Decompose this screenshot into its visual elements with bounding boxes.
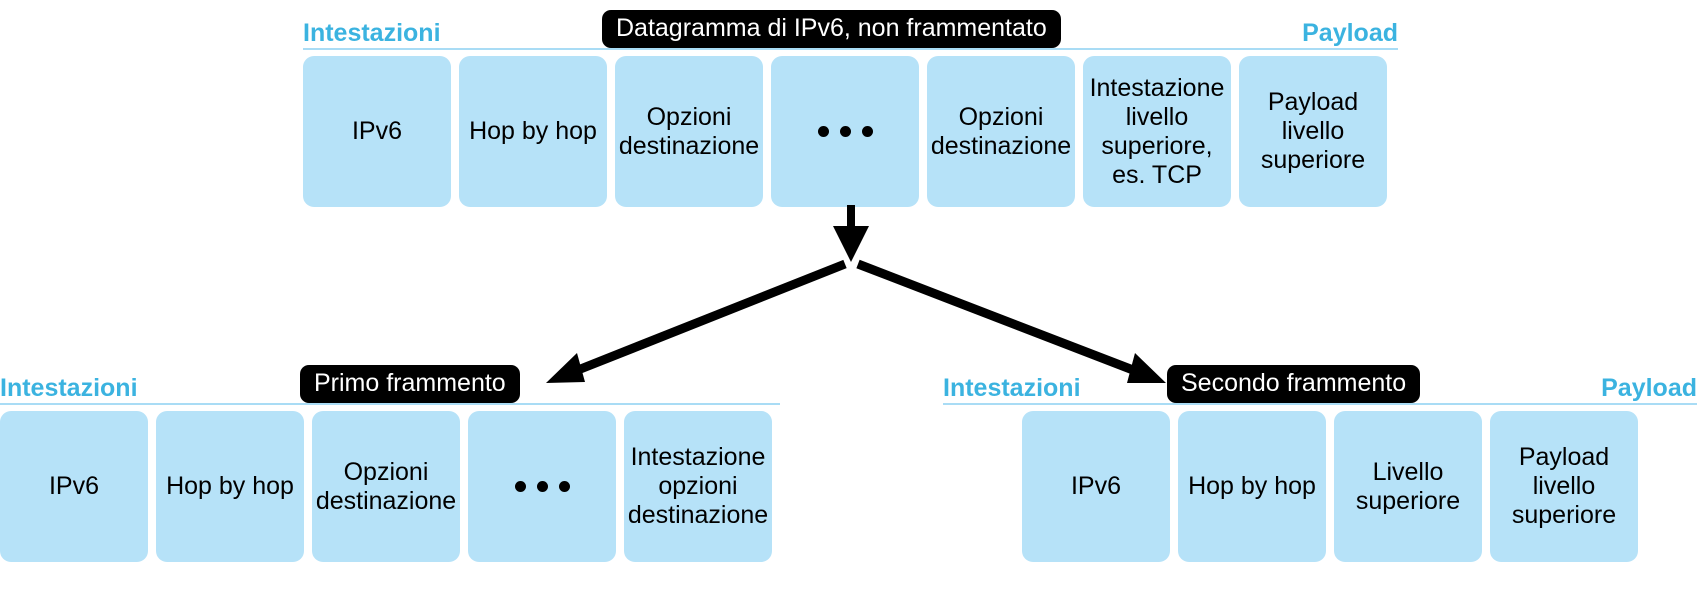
- ellipsis-dot-icon: [536, 481, 548, 492]
- top-section-divider: [303, 48, 1398, 50]
- second-fragment-header: Intestazioni Payload Secondo frammento: [943, 363, 1697, 403]
- second-fragment-chain: IPv6 Hop by hop Livello superiore Payloa…: [1022, 411, 1638, 562]
- split-down-arrow: [833, 205, 869, 262]
- first-fragment-section: Intestazioni Primo frammento IPv6 Hop by…: [0, 363, 780, 562]
- top-datagram-section: Intestazioni Payload Datagramma di IPv6,…: [303, 8, 1398, 207]
- diagram-canvas: Intestazioni Payload Datagramma di IPv6,…: [0, 0, 1697, 596]
- second-fragment-badge: Secondo frammento: [1167, 365, 1421, 403]
- second-box-ipv6[interactable]: IPv6: [1022, 411, 1170, 562]
- first-box-hop-by-hop[interactable]: Hop by hop: [156, 411, 304, 562]
- top-headers-caption: Intestazioni: [303, 19, 441, 47]
- top-section-badge: Datagramma di IPv6, non frammentato: [602, 10, 1061, 48]
- second-box-upper-layer-payload[interactable]: Payload livello superiore: [1490, 411, 1638, 562]
- first-fragment-header: Intestazioni Primo frammento: [0, 363, 780, 403]
- first-box-ipv6[interactable]: IPv6: [0, 411, 148, 562]
- first-fragment-chain: IPv6 Hop by hop Opzioni destinazione Int…: [0, 411, 772, 562]
- ellipsis-dot-icon: [861, 126, 873, 137]
- ellipsis-dot-icon: [839, 126, 851, 137]
- first-box-destination-options-header[interactable]: Intestazione opzioni destinazione: [624, 411, 772, 562]
- top-box-hop-by-hop[interactable]: Hop by hop: [459, 56, 607, 207]
- first-fragment-headers-caption: Intestazioni: [0, 374, 138, 402]
- ellipsis-dot-icon: [817, 126, 829, 137]
- first-fragment-badge: Primo frammento: [300, 365, 520, 403]
- top-box-upper-layer-payload[interactable]: Payload livello superiore: [1239, 56, 1387, 207]
- second-fragment-payload-caption: Payload: [1601, 374, 1697, 402]
- first-box-destination-options[interactable]: Opzioni destinazione: [312, 411, 460, 562]
- first-fragment-divider: [0, 403, 780, 405]
- second-box-upper-layer[interactable]: Livello superiore: [1334, 411, 1482, 562]
- second-fragment-section: Intestazioni Payload Secondo frammento I…: [943, 363, 1697, 562]
- top-box-ipv6[interactable]: IPv6: [303, 56, 451, 207]
- top-box-destination-options-2[interactable]: Opzioni destinazione: [927, 56, 1075, 207]
- first-box-ellipsis[interactable]: [468, 411, 616, 562]
- top-box-destination-options-1[interactable]: Opzioni destinazione: [615, 56, 763, 207]
- second-fragment-divider: [943, 403, 1697, 405]
- top-box-ellipsis[interactable]: [771, 56, 919, 207]
- second-fragment-headers-caption: Intestazioni: [943, 374, 1081, 402]
- ellipsis-dot-icon: [514, 481, 526, 492]
- top-header-chain: IPv6 Hop by hop Opzioni destinazione Opz…: [303, 56, 1387, 207]
- ellipsis-dot-icon: [558, 481, 570, 492]
- top-payload-caption: Payload: [1302, 19, 1398, 47]
- top-section-header: Intestazioni Payload Datagramma di IPv6,…: [303, 8, 1398, 48]
- top-box-upper-layer-header[interactable]: Intestazione livello superiore, es. TCP: [1083, 56, 1231, 207]
- second-box-hop-by-hop[interactable]: Hop by hop: [1178, 411, 1326, 562]
